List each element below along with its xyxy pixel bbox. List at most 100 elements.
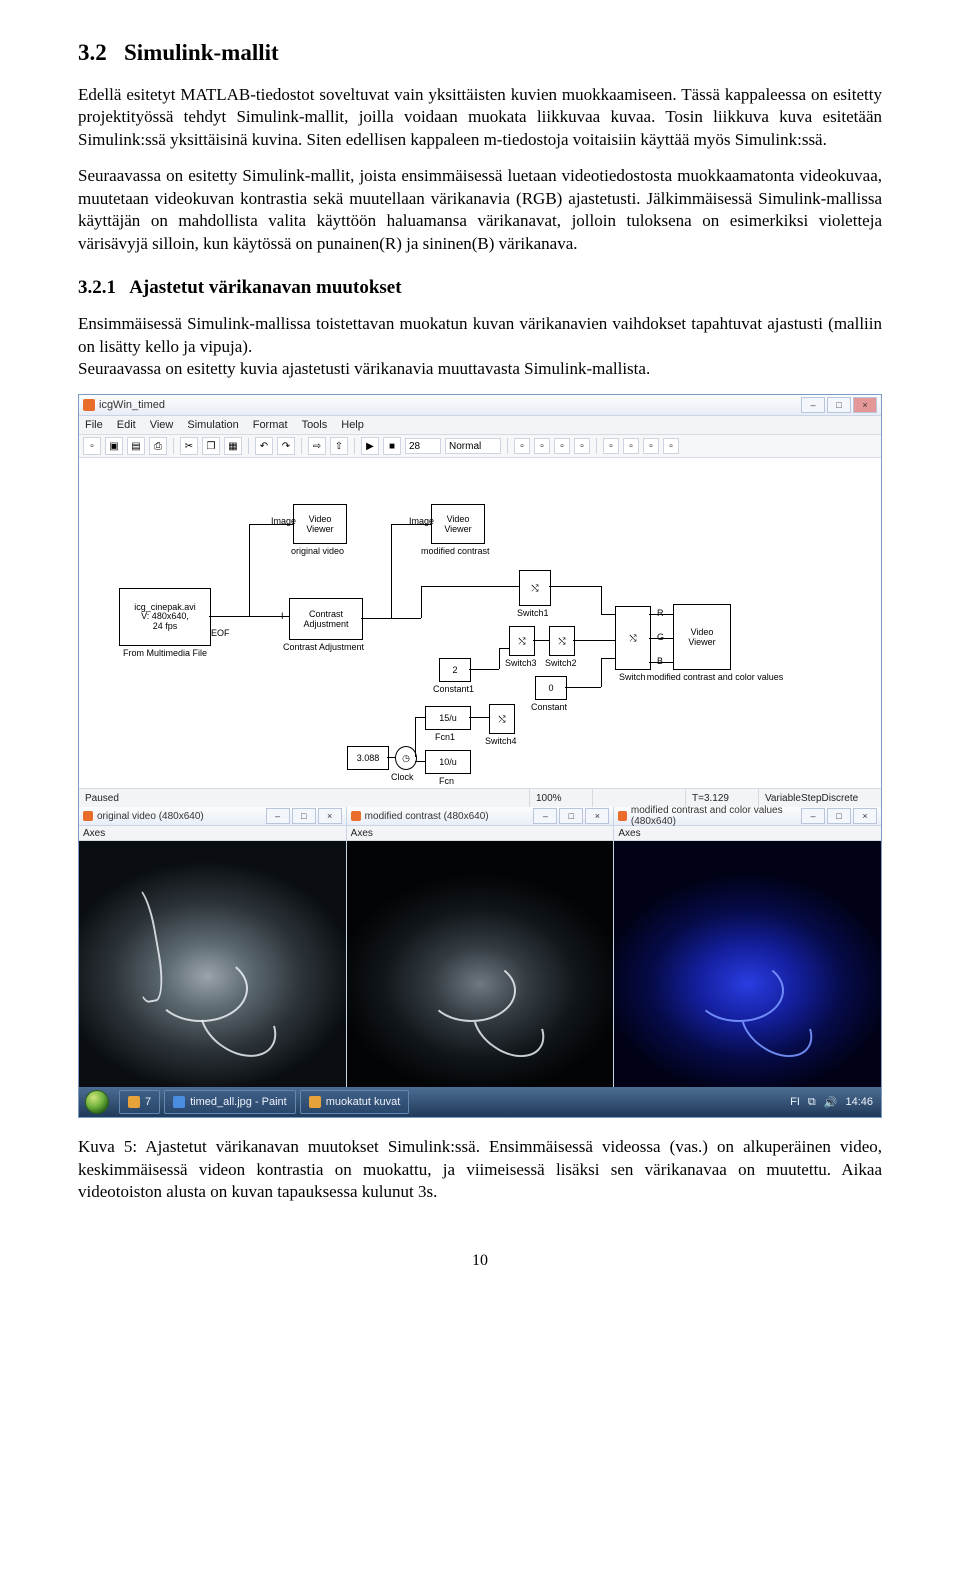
minimize-button[interactable]: – — [801, 397, 825, 413]
tool-2-icon[interactable]: ▫ — [534, 438, 550, 454]
block-video-viewer-3[interactable]: Video Viewer — [673, 604, 731, 670]
viewer-window-1: original video (480x640) – □ × Axes — [79, 807, 347, 1087]
viewer-3-max[interactable]: □ — [827, 808, 851, 824]
tool-1-icon[interactable]: ▫ — [514, 438, 530, 454]
viewer-3-menu-axes[interactable]: Axes — [618, 828, 640, 839]
print-icon[interactable]: ⎙ — [149, 437, 167, 455]
taskbar-item-explorer[interactable]: 7 — [119, 1090, 160, 1114]
block-video-viewer-1[interactable]: Video Viewer — [293, 504, 347, 544]
cut-icon[interactable]: ✂ — [180, 437, 198, 455]
up-icon[interactable]: ⇧ — [330, 437, 348, 455]
menu-bar: File Edit View Simulation Format Tools H… — [79, 416, 881, 435]
block-switch3[interactable]: ⤭ — [509, 626, 535, 656]
subsection-number: 3.2.1 — [78, 277, 116, 298]
port-g: G — [657, 632, 664, 642]
close-button[interactable]: × — [853, 397, 877, 413]
block-switch2[interactable]: ⤭ — [549, 626, 575, 656]
block-multimedia-file[interactable]: icg_cinepak.avi V: 480x640, 24 fps — [119, 588, 211, 646]
tray-net-icon[interactable]: ⧉ — [808, 1096, 816, 1109]
tool-6-icon[interactable]: ▫ — [623, 438, 639, 454]
open-icon[interactable]: ▣ — [105, 437, 123, 455]
menu-view[interactable]: View — [150, 419, 174, 431]
tool-3-icon[interactable]: ▫ — [554, 438, 570, 454]
menu-edit[interactable]: Edit — [117, 419, 136, 431]
block-fcn[interactable]: 10/u — [425, 750, 471, 774]
taskbar-item-folder[interactable]: muokatut kuvat — [300, 1090, 410, 1114]
figure-caption: Kuva 5: Ajastetut värikanavan muutokset … — [78, 1136, 882, 1203]
block-switch[interactable]: ⤭ — [615, 606, 651, 670]
stop-sim-icon[interactable]: ■ — [383, 437, 401, 455]
tray-lang[interactable]: FI — [790, 1096, 800, 1108]
simulink-window: icgWin_timed – □ × File Edit View Simula… — [79, 395, 881, 807]
sim-mode-select[interactable]: Normal — [445, 438, 501, 454]
viewer-2-title: modified contrast (480x640) — [365, 811, 489, 822]
simulink-icon — [83, 399, 95, 411]
block-contrast-sub: Contrast Adjustment — [283, 642, 364, 652]
section-number: 3.2 — [78, 40, 107, 65]
block-constant1[interactable]: 2 — [439, 658, 471, 682]
block-switch1[interactable]: ⤭ — [519, 570, 551, 606]
block-switch2-sub: Switch2 — [545, 658, 577, 668]
copy-icon[interactable]: ❐ — [202, 437, 220, 455]
viewer-3-image — [614, 841, 881, 1087]
taskbar-item-paint[interactable]: timed_all.jpg - Paint — [164, 1090, 296, 1114]
block-video-viewer-3-sub: modified contrast and color values — [635, 672, 795, 682]
start-button[interactable] — [79, 1087, 115, 1117]
block-video-viewer-2[interactable]: Video Viewer — [431, 504, 485, 544]
folder-icon — [309, 1096, 321, 1108]
viewer-3-close[interactable]: × — [853, 808, 877, 824]
undo-icon[interactable]: ↶ — [255, 437, 273, 455]
viewer-1-title: original video (480x640) — [97, 811, 204, 822]
viewer-2-close[interactable]: × — [585, 808, 609, 824]
viewer-1-menu-axes[interactable]: Axes — [83, 828, 105, 839]
menu-help[interactable]: Help — [341, 419, 364, 431]
paragraph-3: Ensimmäisessä Simulink-mallissa toistett… — [78, 313, 882, 358]
viewer-3-min[interactable]: – — [801, 808, 825, 824]
port-contrast-in: I — [281, 611, 284, 621]
viewer-1-max[interactable]: □ — [292, 808, 316, 824]
system-tray: FI ⧉ 🔊 14:46 — [782, 1096, 881, 1109]
paragraph-2: Seuraavassa on esitetty Simulink-mallit,… — [78, 165, 882, 255]
viewer-1-close[interactable]: × — [318, 808, 342, 824]
block-switch1-sub: Switch1 — [517, 608, 549, 618]
tool-4-icon[interactable]: ▫ — [574, 438, 590, 454]
viewer-icon — [618, 811, 627, 821]
menu-file[interactable]: File — [85, 419, 103, 431]
start-sim-icon[interactable]: ▶ — [361, 437, 379, 455]
block-constant[interactable]: 0 — [535, 676, 567, 700]
window-titlebar: icgWin_timed – □ × — [79, 395, 881, 416]
redo-icon[interactable]: ↷ — [277, 437, 295, 455]
goto-icon[interactable]: ⇨ — [308, 437, 326, 455]
tray-clock[interactable]: 14:46 — [845, 1096, 873, 1108]
block-clock[interactable]: ◷ — [395, 746, 417, 770]
viewer-1-image — [79, 841, 346, 1087]
menu-tools[interactable]: Tools — [302, 419, 328, 431]
viewer-1-min[interactable]: – — [266, 808, 290, 824]
block-clock-display[interactable]: 3.088 — [347, 746, 389, 770]
viewer-2-min[interactable]: – — [533, 808, 557, 824]
tool-7-icon[interactable]: ▫ — [643, 438, 659, 454]
toolbar: ▫ ▣ ▤ ⎙ ✂ ❐ ▦ ↶ ↷ ⇨ ⇧ ▶ ■ 28 Normal — [79, 435, 881, 458]
tool-5-icon[interactable]: ▫ — [603, 438, 619, 454]
video-viewers-row: original video (480x640) – □ × Axes — [79, 807, 881, 1087]
viewer-2-max[interactable]: □ — [559, 808, 583, 824]
tray-vol-icon[interactable]: 🔊 — [824, 1096, 838, 1109]
paragraph-1: Edellä esitetyt MATLAB-tiedostot soveltu… — [78, 84, 882, 151]
block-contrast-adjustment[interactable]: Contrast Adjustment — [289, 598, 363, 640]
menu-format[interactable]: Format — [253, 419, 288, 431]
block-fcn1[interactable]: 15/u — [425, 706, 471, 730]
paste-icon[interactable]: ▦ — [224, 437, 242, 455]
block-fcn1-sub: Fcn1 — [435, 732, 455, 742]
model-canvas[interactable]: icg_cinepak.avi V: 480x640, 24 fps EOF F… — [79, 458, 881, 788]
save-icon[interactable]: ▤ — [127, 437, 145, 455]
windows-orb-icon — [85, 1090, 109, 1114]
windows-taskbar: 7 timed_all.jpg - Paint muokatut kuvat F… — [79, 1087, 881, 1117]
menu-simulation[interactable]: Simulation — [187, 419, 238, 431]
tool-8-icon[interactable]: ▫ — [663, 438, 679, 454]
block-switch4[interactable]: ⤭ — [489, 704, 515, 734]
maximize-button[interactable]: □ — [827, 397, 851, 413]
stop-time-field[interactable]: 28 — [405, 438, 441, 454]
block-video-viewer-1-sub: original video — [291, 546, 344, 556]
new-icon[interactable]: ▫ — [83, 437, 101, 455]
viewer-2-menu-axes[interactable]: Axes — [351, 828, 373, 839]
